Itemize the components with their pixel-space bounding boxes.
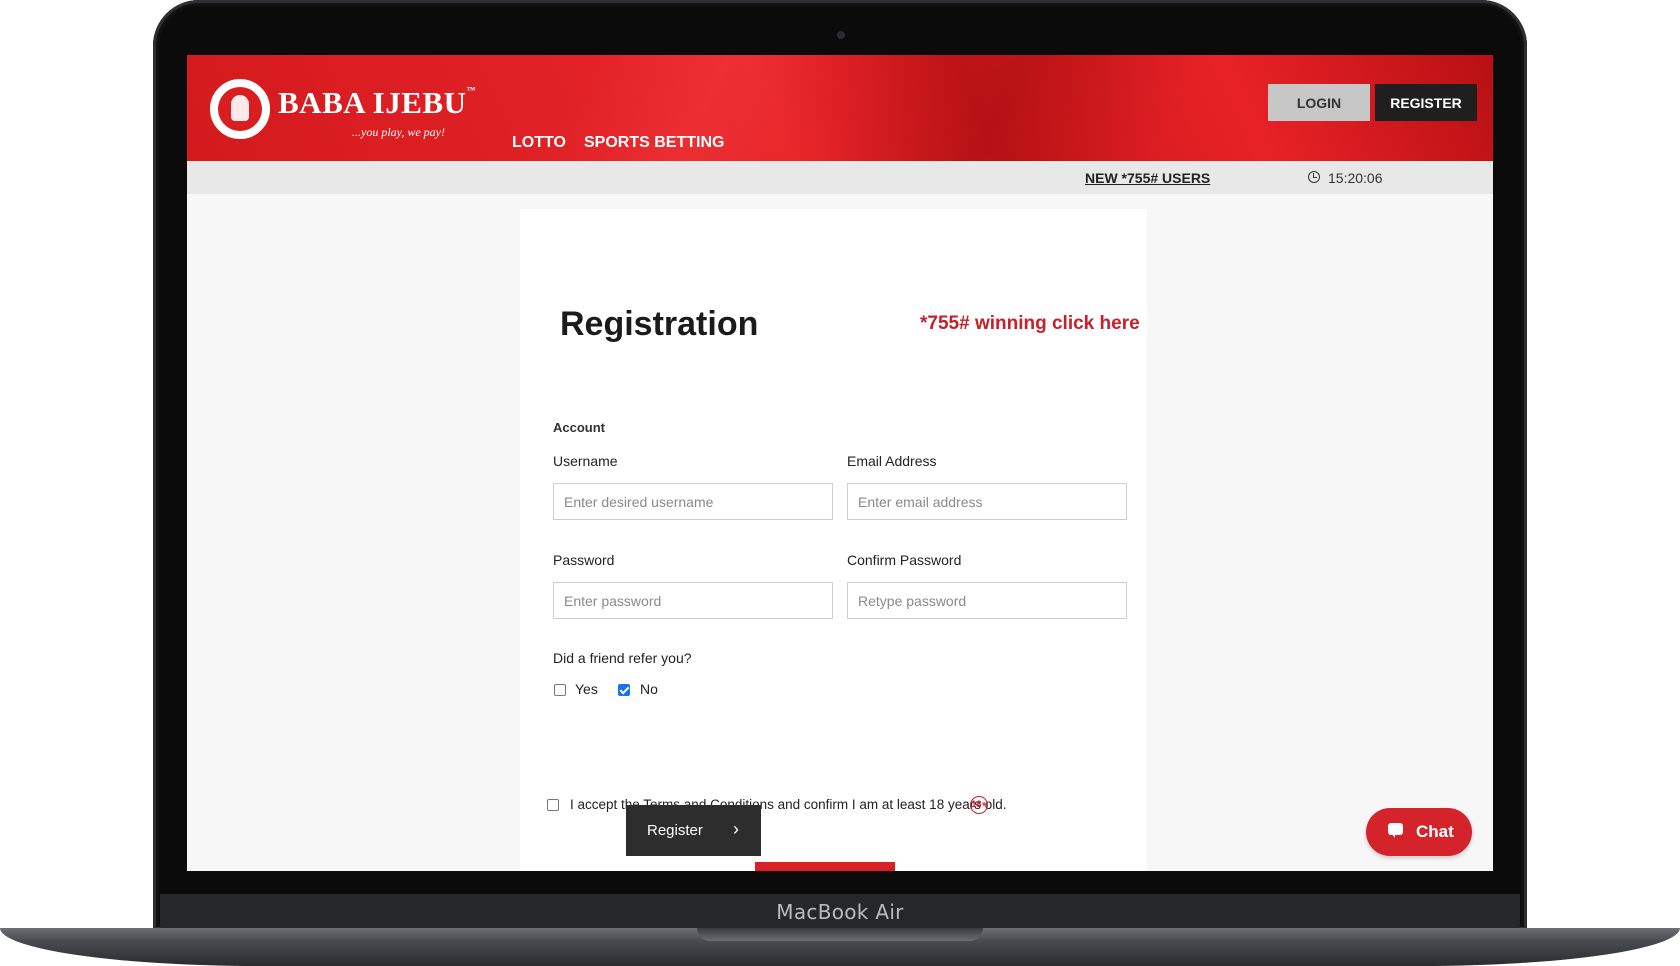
- confirm-password-input[interactable]: [847, 582, 1127, 619]
- login-button[interactable]: LOGIN: [1268, 84, 1370, 121]
- site-header: BABA IJEBU™ ...you play, we pay! LOTTO S…: [187, 55, 1493, 161]
- referral-yes-label[interactable]: Yes: [575, 681, 598, 697]
- referral-no-checkbox[interactable]: [618, 684, 630, 696]
- trademark-symbol: ™: [466, 85, 476, 95]
- email-label: Email Address: [847, 453, 937, 469]
- chat-label: Chat: [1416, 822, 1454, 841]
- email-input[interactable]: [847, 483, 1127, 520]
- username-label: Username: [553, 453, 618, 469]
- laptop-hinge-notch: [697, 928, 983, 941]
- sub-header-bar: NEW *755# USERS 15:20:06: [187, 161, 1493, 194]
- register-submit-button[interactable]: Register ›: [626, 805, 761, 856]
- logo-wordmark[interactable]: BABA IJEBU™: [278, 85, 476, 121]
- age-18-plus-icon: 18+: [970, 796, 988, 814]
- browser-viewport: BABA IJEBU™ ...you play, we pay! LOTTO S…: [187, 55, 1493, 871]
- nav-lotto[interactable]: LOTTO: [512, 134, 566, 152]
- username-input[interactable]: [553, 483, 833, 520]
- registration-card: Registration *755# winning click here Ac…: [520, 209, 1147, 871]
- account-section-label: Account: [553, 420, 605, 435]
- server-clock: 15:20:06: [1328, 170, 1383, 186]
- logo-emblem-icon[interactable]: [210, 79, 270, 139]
- nav-sports-betting[interactable]: SPORTS BETTING: [584, 134, 724, 152]
- register-submit-label: Register: [647, 822, 703, 839]
- 755-winning-link[interactable]: *755# winning click here: [920, 313, 1140, 335]
- referral-question: Did a friend refer you?: [553, 650, 692, 666]
- password-input[interactable]: [553, 582, 833, 619]
- chat-bubble-icon: [1388, 823, 1403, 838]
- terms-checkbox[interactable]: [547, 799, 559, 811]
- logo-tagline: ...you play, we pay!: [352, 125, 445, 139]
- chat-button[interactable]: Chat: [1366, 808, 1472, 856]
- referral-yes-checkbox[interactable]: [554, 684, 566, 696]
- chevron-right-icon: ›: [733, 819, 739, 839]
- password-label: Password: [553, 552, 615, 568]
- webcam: [837, 31, 845, 39]
- referral-no-label[interactable]: No: [640, 681, 658, 697]
- footer-accent-strip: [755, 862, 895, 871]
- device-brand-label: MacBook Air: [776, 900, 904, 924]
- header-register-button[interactable]: REGISTER: [1375, 84, 1477, 121]
- new-755-users-link[interactable]: NEW *755# USERS: [1085, 170, 1210, 186]
- page-title: Registration: [560, 305, 759, 343]
- clock-icon: [1308, 171, 1320, 183]
- confirm-password-label: Confirm Password: [847, 552, 962, 568]
